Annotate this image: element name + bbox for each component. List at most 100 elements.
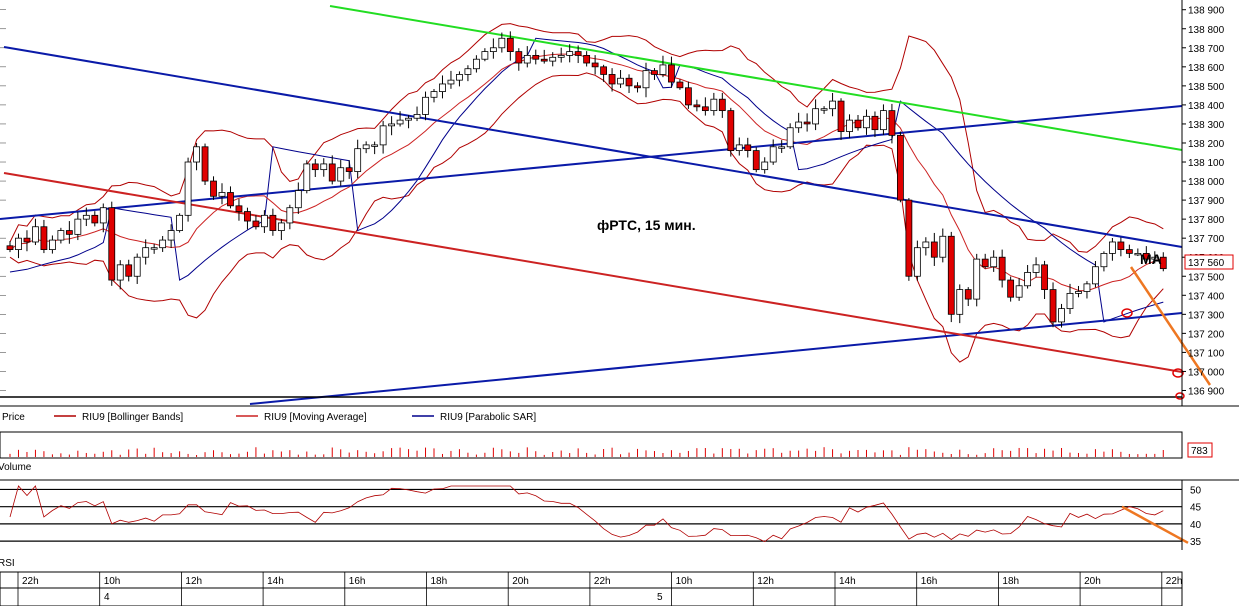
candle-body — [956, 289, 964, 315]
candle-body — [176, 214, 184, 231]
time-label: 18h — [431, 576, 448, 587]
time-label: 22h — [1166, 576, 1183, 587]
candle-body — [930, 241, 938, 258]
candle-body — [676, 81, 684, 89]
candle-body — [668, 64, 675, 83]
candle-body — [880, 110, 887, 131]
candle-body — [557, 55, 565, 58]
candle-body — [1075, 291, 1082, 294]
rsi-tick-label: 45 — [1190, 503, 1202, 514]
candle-body — [1083, 283, 1091, 292]
candle-body — [1058, 308, 1065, 323]
candle-body — [277, 222, 285, 231]
candle-body — [523, 55, 531, 64]
time-label: 16h — [349, 576, 366, 587]
candle-body — [456, 74, 463, 81]
candle-body — [167, 230, 175, 241]
time-label: 22h — [22, 576, 39, 587]
candle-body — [379, 125, 387, 146]
candle-body — [91, 214, 99, 224]
time-label: 10h — [676, 576, 693, 587]
candle-body — [244, 211, 251, 222]
candle-body — [540, 58, 548, 62]
time-label: 14h — [839, 576, 856, 587]
time-label: 22h — [594, 576, 611, 587]
candle-body — [57, 230, 65, 241]
candle-body — [973, 258, 981, 300]
candle-body — [727, 110, 735, 151]
candle-body — [710, 98, 718, 112]
candle-body — [854, 119, 862, 129]
candle-body — [871, 115, 879, 131]
candle-body — [642, 70, 650, 89]
candle-body — [744, 144, 752, 151]
candle-body — [430, 91, 438, 98]
candle-body — [489, 47, 497, 52]
candle-body — [345, 167, 353, 172]
candle-body — [184, 161, 192, 216]
candle-body — [846, 119, 853, 132]
candle-body — [354, 148, 362, 172]
candle-body — [498, 37, 506, 49]
time-label: 20h — [512, 576, 529, 587]
chart-annotation: фРТС, 15 мин. — [597, 217, 696, 233]
legend-item: Price — [2, 412, 25, 423]
price-tick-label: 138 300 — [1188, 120, 1225, 131]
candle-body — [65, 230, 73, 235]
rsi-label: RSI — [0, 558, 15, 569]
candle-body — [922, 241, 930, 249]
candle-body — [159, 239, 167, 249]
candle-body — [193, 146, 200, 163]
candle-body — [913, 247, 921, 277]
candle-body — [795, 121, 803, 129]
candle-body — [371, 144, 379, 147]
grid — [0, 9, 6, 391]
price-tick-label: 137 500 — [1188, 272, 1225, 283]
candle-body — [210, 180, 217, 197]
price-tick-label: 138 900 — [1188, 6, 1225, 17]
candle-body — [1024, 272, 1031, 287]
candle-body — [693, 104, 701, 108]
rsi-tick-label: 40 — [1190, 520, 1202, 531]
candle-body — [303, 163, 311, 191]
candle-body — [40, 226, 48, 250]
volume-panel — [0, 431, 1183, 459]
date-label: 5 — [657, 592, 663, 603]
candle-body — [863, 115, 870, 129]
candle-body — [1092, 266, 1099, 285]
price-tick-label: 138 500 — [1188, 82, 1225, 93]
candle-body — [201, 146, 209, 182]
candle-body — [422, 96, 429, 115]
candle-body — [472, 58, 480, 70]
candle-body — [1032, 264, 1040, 273]
candle-body — [405, 117, 412, 121]
candle-body — [328, 163, 336, 182]
price-tick-label: 137 900 — [1188, 196, 1225, 207]
candle-body — [990, 256, 998, 268]
price-tick-label: 138 400 — [1188, 101, 1225, 112]
candle-body — [108, 207, 116, 281]
candle-body — [1066, 292, 1074, 310]
price-tick-label: 136 900 — [1188, 386, 1225, 397]
candle-body — [388, 123, 396, 127]
candle-body — [15, 237, 22, 250]
time-label: 14h — [267, 576, 284, 587]
price-tick-label: 137 800 — [1188, 215, 1225, 226]
price-tick-label: 138 000 — [1188, 177, 1225, 188]
candle-body — [998, 256, 1006, 281]
candle-body — [685, 87, 692, 106]
last-price-label: 137 560 — [1188, 258, 1225, 269]
candle-body — [227, 192, 234, 207]
candle-body — [634, 85, 641, 89]
candle-body — [142, 247, 150, 258]
candle-body — [769, 146, 777, 163]
legend-item: RIU9 [Bollinger Bands] — [82, 412, 183, 423]
candle-body — [82, 214, 90, 220]
candle-body — [260, 214, 268, 228]
candle-body — [651, 70, 658, 75]
candle-body — [1049, 289, 1057, 323]
candle-body — [515, 51, 523, 64]
candle-body — [947, 235, 955, 315]
candle-body — [6, 245, 14, 250]
candle-body — [269, 214, 277, 231]
